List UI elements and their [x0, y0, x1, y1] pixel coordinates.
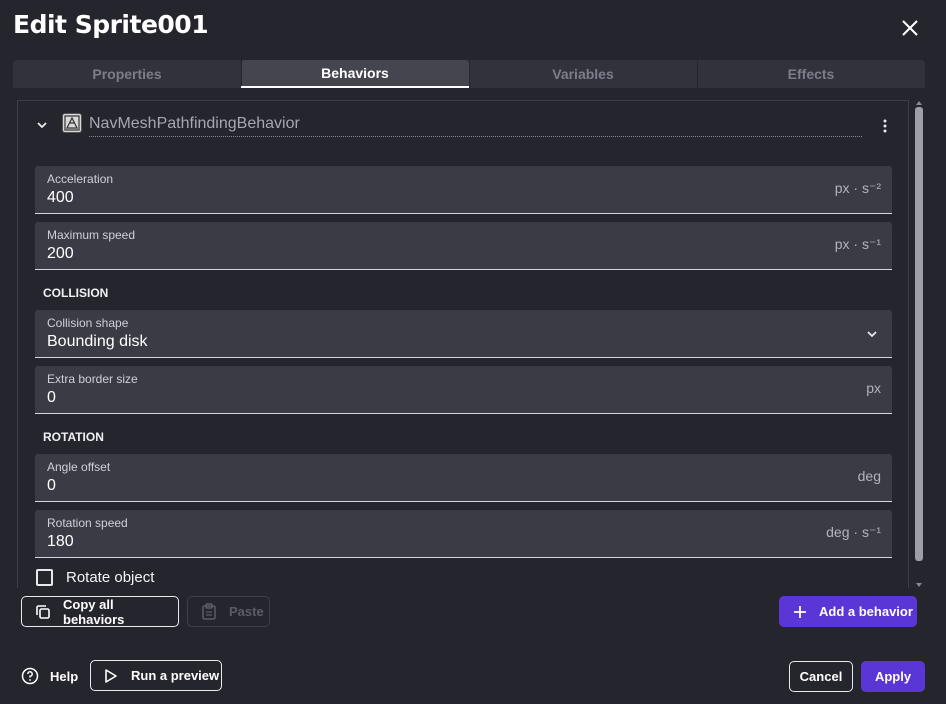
- field-value: 0: [47, 389, 56, 406]
- copy-icon: [36, 604, 50, 619]
- field-label: Angle offset: [47, 460, 111, 474]
- field-unit: px: [866, 380, 881, 396]
- field-unit: px · s⁻¹: [834, 236, 881, 252]
- field-value: 180: [47, 533, 74, 550]
- field-label: Acceleration: [47, 172, 114, 186]
- scroll-up-arrow[interactable]: [916, 101, 922, 105]
- behavior-panel: NavMeshPathfindingBehavior Acceleration …: [17, 100, 909, 588]
- angle-offset-field[interactable]: Angle offset 0 deg: [35, 454, 892, 502]
- apply-button[interactable]: Apply: [861, 661, 925, 692]
- collision-shape-select[interactable]: Collision shape Bounding disk: [35, 310, 892, 358]
- maximum-speed-field[interactable]: Maximum speed 200 px · s⁻¹: [35, 222, 892, 270]
- close-button[interactable]: [898, 16, 922, 40]
- button-label: Paste: [229, 604, 264, 619]
- extra-border-size-field[interactable]: Extra border size 0 px: [35, 366, 892, 414]
- help-label: Help: [50, 668, 79, 684]
- field-label: Maximum speed: [47, 228, 136, 242]
- close-icon: [902, 20, 918, 36]
- button-label: Copy all behaviors: [63, 596, 125, 627]
- tab-variables[interactable]: Variables: [469, 60, 697, 88]
- rotation-speed-field[interactable]: Rotation speed 180 deg · s⁻¹: [35, 510, 892, 558]
- field-unit: deg · s⁻¹: [826, 524, 881, 540]
- acceleration-field[interactable]: Acceleration 400 px · s⁻²: [35, 166, 892, 214]
- scroll-down-arrow[interactable]: [916, 583, 922, 587]
- button-label: Run a preview: [131, 668, 220, 683]
- add-behavior-button[interactable]: Add a behavior: [779, 596, 917, 627]
- cancel-button[interactable]: Cancel: [789, 661, 853, 692]
- field-label: Collision shape: [47, 316, 129, 330]
- field-label: Rotation speed: [47, 516, 128, 530]
- field-value: 200: [47, 245, 74, 262]
- tab-effects[interactable]: Effects: [697, 60, 925, 88]
- rotate-object-checkbox[interactable]: [36, 569, 53, 586]
- section-rotation: ROTATION: [43, 430, 104, 444]
- panel-scrollbar[interactable]: [915, 101, 923, 587]
- navmesh-behavior-icon: [62, 113, 82, 133]
- more-options-icon[interactable]: [878, 118, 892, 134]
- field-unit: px · s⁻²: [834, 180, 881, 196]
- field-value: 0: [47, 477, 56, 494]
- plus-icon: [794, 605, 806, 618]
- clipboard-icon: [202, 602, 216, 620]
- scrollbar-thumb[interactable]: [915, 107, 923, 561]
- run-preview-button[interactable]: Run a preview: [90, 660, 222, 691]
- dialog-title: Edit Sprite001: [13, 10, 209, 39]
- field-unit: deg: [857, 468, 881, 484]
- behavior-name-field[interactable]: NavMeshPathfindingBehavior: [89, 115, 862, 137]
- field-label: Extra border size: [47, 372, 138, 386]
- field-value: Bounding disk: [47, 333, 148, 350]
- rotate-object-row: Rotate object: [36, 567, 336, 588]
- button-label: Apply: [874, 669, 912, 684]
- tab-bar: Properties Behaviors Variables Effects: [13, 60, 925, 88]
- collapse-chevron-icon[interactable]: [36, 119, 48, 131]
- copy-all-behaviors-button[interactable]: Copy all behaviors: [21, 596, 179, 627]
- checkbox-label: Rotate object: [66, 569, 155, 586]
- tab-properties[interactable]: Properties: [13, 60, 241, 88]
- help-link[interactable]: Help: [21, 666, 78, 686]
- behavior-header: NavMeshPathfindingBehavior: [18, 111, 908, 139]
- chevron-down-icon: [867, 331, 877, 338]
- button-label: Add a behavior: [819, 604, 913, 619]
- button-label: Cancel: [799, 669, 843, 684]
- paste-button[interactable]: Paste: [187, 596, 270, 627]
- section-collision: COLLISION: [43, 286, 109, 300]
- play-icon: [105, 668, 117, 683]
- tab-behaviors[interactable]: Behaviors: [241, 60, 469, 88]
- field-value: 400: [47, 189, 74, 206]
- help-icon: [21, 667, 39, 685]
